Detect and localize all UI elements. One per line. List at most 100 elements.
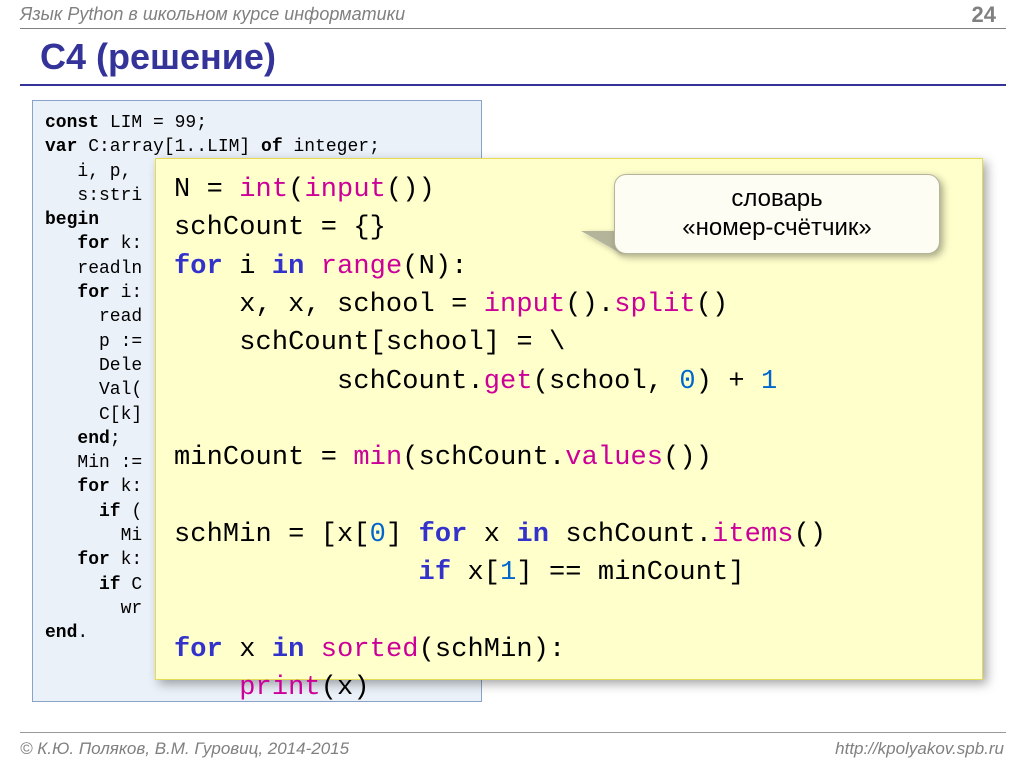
pascal-text: C[k] <box>45 405 142 425</box>
pascal-text: p := <box>45 332 142 352</box>
pascal-text: wr <box>45 599 142 619</box>
py-kw: for <box>419 520 468 550</box>
header: Язык Python в школьном курсе информатики… <box>20 4 1004 30</box>
pascal-text: . <box>77 623 88 643</box>
pascal-kw: if <box>45 502 121 522</box>
pascal-kw: end <box>45 429 110 449</box>
pascal-text: read <box>45 307 142 327</box>
py-text: ()) <box>663 443 712 473</box>
py-fn: min <box>353 443 402 473</box>
py-text: ] == minCount] <box>516 558 744 588</box>
pascal-kw: const <box>45 113 99 133</box>
pascal-kw: begin <box>45 210 99 230</box>
course-title: Язык Python в школьном курсе информатики <box>20 4 405 24</box>
pascal-text: Min := <box>45 453 142 473</box>
bubble-line2: «номер-счётчик» <box>682 214 871 241</box>
py-num: 0 <box>679 367 695 397</box>
pascal-kw: for <box>45 234 110 254</box>
py-text: () <box>794 520 827 550</box>
bubble-text: словарь «номер-счётчик» <box>682 185 871 243</box>
py-fn: get <box>484 367 533 397</box>
py-text: (). <box>565 290 614 320</box>
pascal-text: C:array[1..LIM] <box>77 137 261 157</box>
py-text: (schCount. <box>402 443 565 473</box>
py-fn: sorted <box>321 635 419 665</box>
footer-rule <box>20 732 1006 733</box>
py-text: (schMin): <box>419 635 566 665</box>
pascal-text: LIM = 99; <box>99 113 207 133</box>
py-kw: for <box>174 635 223 665</box>
py-fn: range <box>321 252 403 282</box>
pascal-kw: for <box>45 550 110 570</box>
py-text: x[ <box>451 558 500 588</box>
py-text: ) + <box>696 367 761 397</box>
title-rule <box>20 84 1006 86</box>
py-num: 1 <box>761 367 777 397</box>
py-fn: input <box>484 290 566 320</box>
py-text: schCount. <box>174 367 484 397</box>
bubble-line1: словарь <box>731 185 822 212</box>
py-text: (school, <box>533 367 680 397</box>
pascal-text: k: <box>110 550 142 570</box>
pascal-text: k: <box>110 477 142 497</box>
pascal-kw: for <box>45 477 110 497</box>
py-text: ] <box>386 520 419 550</box>
pascal-kw: for <box>45 283 110 303</box>
py-text: (x) <box>321 673 370 703</box>
py-text: (N): <box>402 252 467 282</box>
pascal-text: readln <box>45 259 142 279</box>
py-text: ( <box>288 175 304 205</box>
pascal-text: ; <box>110 429 121 449</box>
slide-title: C4 (решение) <box>40 36 276 78</box>
py-num: 1 <box>500 558 516 588</box>
py-text: minCount = <box>174 443 353 473</box>
pascal-text: k: <box>110 234 142 254</box>
pascal-text: ( <box>121 502 143 522</box>
pascal-text: Mi <box>45 526 142 546</box>
header-rule <box>20 28 1006 29</box>
py-text: ()) <box>386 175 435 205</box>
py-text <box>174 673 239 703</box>
py-text <box>304 635 320 665</box>
py-fn: split <box>614 290 696 320</box>
pascal-text: integer; <box>283 137 380 157</box>
py-text <box>174 558 419 588</box>
py-fn: values <box>565 443 663 473</box>
py-text: N = <box>174 175 239 205</box>
page-number: 24 <box>972 2 996 28</box>
pascal-kw: end <box>45 623 77 643</box>
py-num: 0 <box>370 520 386 550</box>
py-text: x <box>223 635 272 665</box>
py-text: x <box>467 520 516 550</box>
py-fn: input <box>304 175 386 205</box>
pascal-text: s:stri <box>45 186 142 206</box>
py-text: schCount[school] = \ <box>174 328 565 358</box>
pascal-kw: var <box>45 137 77 157</box>
py-text: schCount. <box>549 520 712 550</box>
callout-bubble: словарь «номер-счётчик» <box>614 174 940 254</box>
pascal-text: C <box>121 575 143 595</box>
py-fn: int <box>239 175 288 205</box>
py-text: i <box>223 252 272 282</box>
py-kw: in <box>516 520 549 550</box>
pascal-text: Val( <box>45 380 142 400</box>
pascal-text: Dele <box>45 356 142 376</box>
py-kw: for <box>174 252 223 282</box>
footer-copyright: © К.Ю. Поляков, В.М. Гуровиц, 2014-2015 <box>20 739 349 759</box>
pascal-text: i: <box>110 283 142 303</box>
py-kw: if <box>419 558 452 588</box>
py-text <box>304 252 320 282</box>
slide: Язык Python в школьном курсе информатики… <box>0 0 1024 767</box>
py-text: () <box>696 290 729 320</box>
py-kw: in <box>272 252 305 282</box>
py-fn: items <box>712 520 794 550</box>
py-fn: print <box>239 673 321 703</box>
py-text: schMin = [x[ <box>174 520 370 550</box>
pascal-kw: if <box>45 575 121 595</box>
pascal-text: i, p, <box>45 162 142 182</box>
py-text: x, x, school = <box>174 290 484 320</box>
pascal-kw: of <box>261 137 283 157</box>
py-kw: in <box>272 635 305 665</box>
footer-url: http://kpolyakov.spb.ru <box>835 739 1004 759</box>
py-text: schCount = {} <box>174 213 386 243</box>
